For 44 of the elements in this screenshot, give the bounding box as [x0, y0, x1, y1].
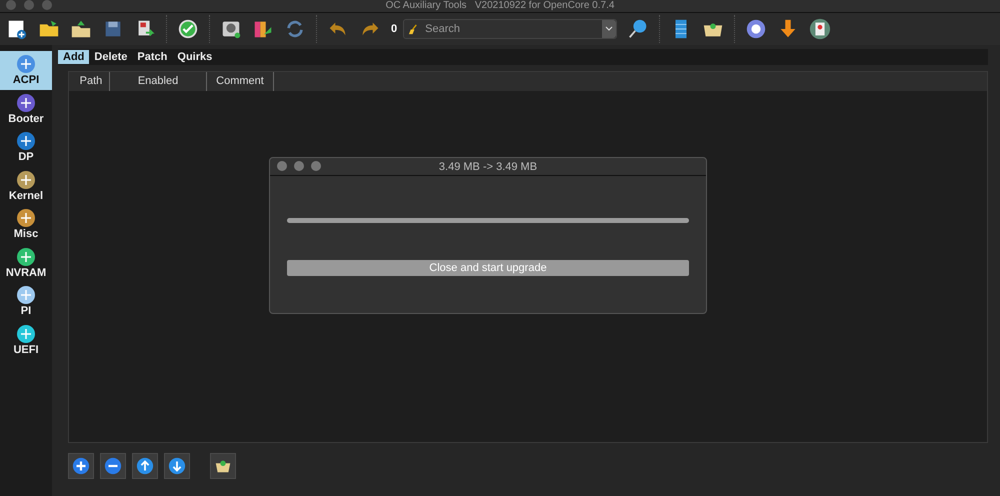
- search-field[interactable]: Search: [403, 19, 618, 39]
- sidebar-item[interactable]: Misc: [0, 205, 52, 244]
- tab[interactable]: Quirks: [172, 50, 218, 64]
- category-icon: [16, 170, 36, 190]
- window-zoom-button[interactable]: [311, 161, 321, 171]
- search-input[interactable]: Search: [423, 22, 602, 36]
- folder-icon[interactable]: [70, 18, 92, 40]
- dialog-title: 3.49 MB -> 3.49 MB: [438, 160, 538, 172]
- tab[interactable]: Add: [58, 50, 90, 64]
- minus-icon: [104, 457, 122, 475]
- add-button[interactable]: [68, 453, 94, 479]
- caret-icon: [605, 26, 614, 32]
- window-close-button[interactable]: [277, 161, 287, 171]
- category-icon: [16, 54, 36, 74]
- category-icon: [16, 92, 36, 113]
- column-header[interactable]: Path: [73, 72, 110, 91]
- tab[interactable]: Patch: [132, 50, 172, 64]
- window-minimize-button[interactable]: [294, 161, 304, 171]
- remove-button[interactable]: [100, 453, 126, 479]
- sidebar-item[interactable]: NVRAM: [0, 244, 52, 282]
- window-title: OC Auxiliary Tools V20210922 for OpenCore 0.7.4: [386, 0, 614, 12]
- plus-icon: [72, 457, 90, 475]
- sidebar-item[interactable]: Kernel: [0, 166, 52, 205]
- category-icon: [16, 208, 36, 228]
- sidebar-item[interactable]: Booter: [0, 90, 52, 128]
- move-up-button[interactable]: [132, 453, 158, 479]
- sidebar-item[interactable]: ACPI: [0, 51, 52, 90]
- open-folder-button[interactable]: [210, 453, 236, 479]
- column-header[interactable]: Enabled: [110, 72, 207, 91]
- sidebar-item[interactable]: UEFI: [0, 320, 52, 359]
- sidebar-item[interactable]: PI: [0, 282, 52, 320]
- document-icon[interactable]: [809, 18, 832, 40]
- checkmark-icon[interactable]: [177, 18, 199, 40]
- new-file-icon[interactable]: [6, 18, 28, 40]
- category-icon: [16, 131, 36, 152]
- category-icon: [16, 285, 36, 306]
- tab[interactable]: Delete: [89, 50, 132, 64]
- move-down-button[interactable]: [164, 453, 190, 479]
- sidebar-item[interactable]: DP: [0, 128, 52, 166]
- column-header[interactable]: Comment: [207, 72, 274, 91]
- match-count: 0: [391, 23, 398, 35]
- category-icon: [16, 324, 36, 344]
- broom-icon: [408, 24, 420, 34]
- category-icon: [16, 246, 36, 267]
